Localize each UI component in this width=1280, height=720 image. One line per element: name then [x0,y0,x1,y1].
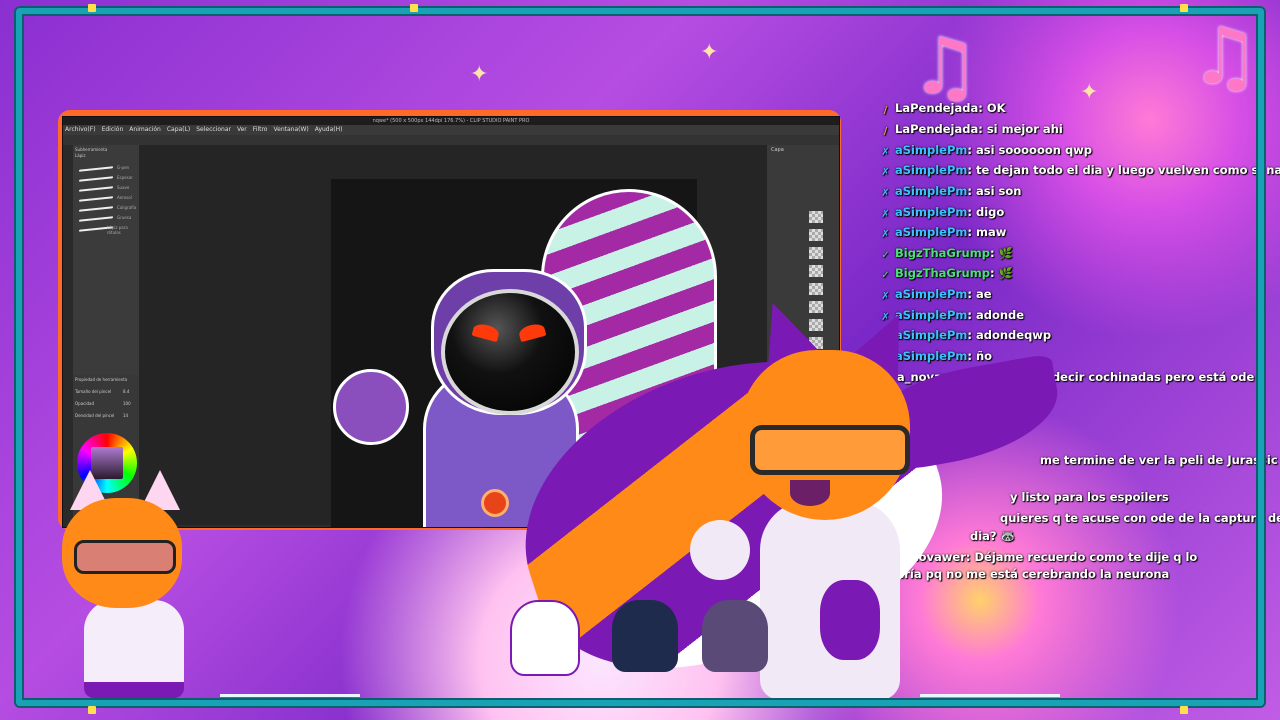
frame-dot [410,4,418,12]
frame-dot [1180,706,1188,714]
frame-dot [88,4,96,12]
frame-dot [1180,4,1188,12]
frame-dot [88,706,96,714]
frame-accent [920,694,1060,697]
frame-accent [220,694,360,697]
overlay-frame [16,8,1264,706]
